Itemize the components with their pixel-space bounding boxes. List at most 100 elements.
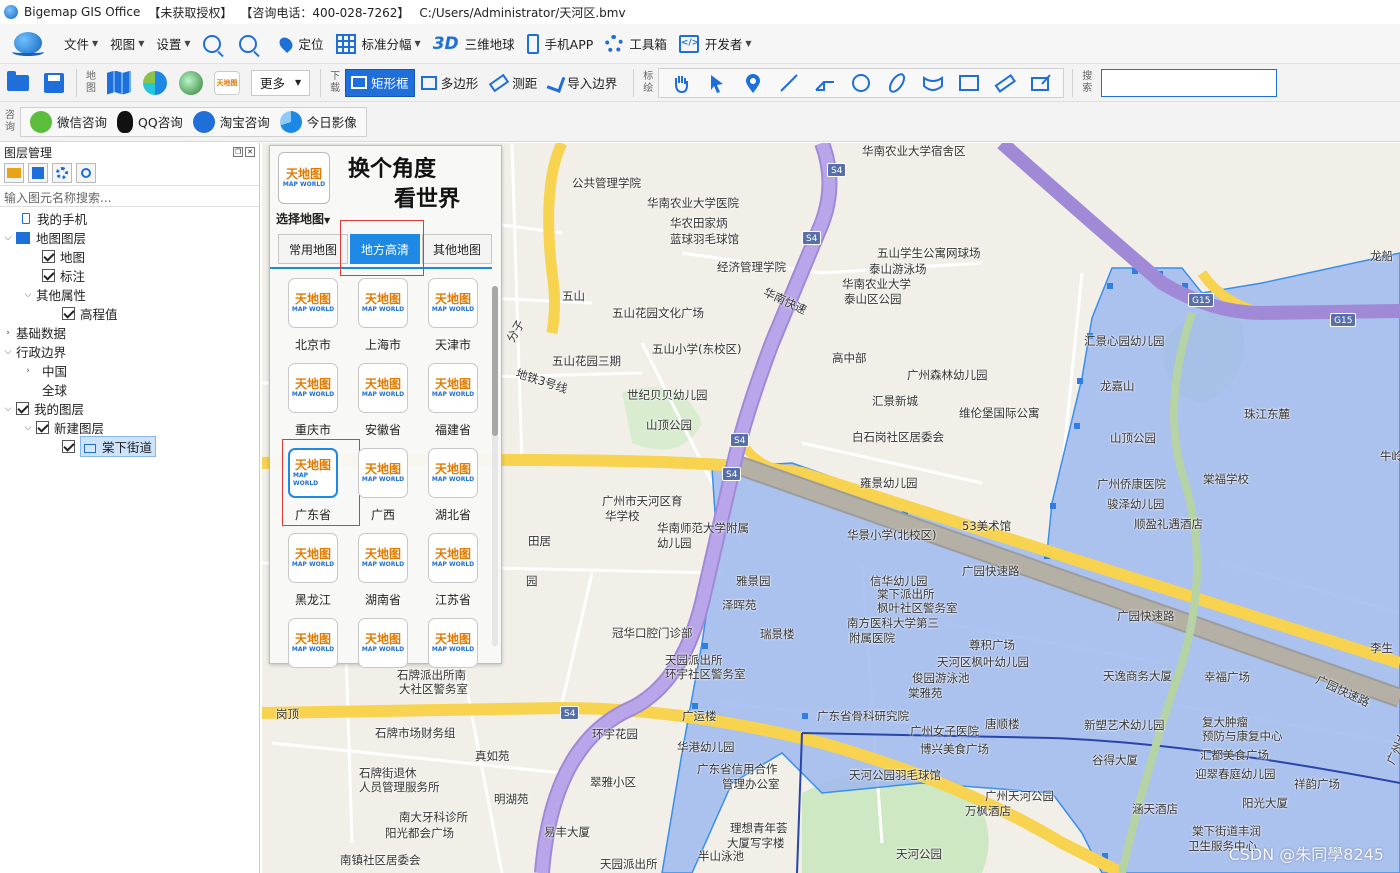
tree-node-my-layer[interactable]: ⌵ 我的图层 (0, 399, 259, 418)
map-poi-label[interactable]: 天逸商务大厦 (1103, 668, 1172, 684)
map-poi-label[interactable]: 李生 (1370, 640, 1393, 656)
draw-rectangle-button[interactable] (956, 70, 982, 96)
tree-node-basic-data[interactable]: › 基础数据 (0, 323, 259, 342)
developer-menu[interactable]: </> 开发者 ▼ (673, 29, 758, 59)
taobao-consult-button[interactable]: 淘宝咨询 (188, 110, 275, 133)
map-poi-label[interactable]: 五山 (562, 288, 585, 304)
rectangle-select-button[interactable]: 矩形框 (345, 68, 415, 97)
measure-button[interactable]: 测距 (484, 69, 543, 97)
tree-node-other-props[interactable]: ⌵ 其他属性 (0, 285, 259, 304)
map-search-input[interactable] (1101, 68, 1278, 97)
tree-node-new-layer[interactable]: ⌵ 新建图层 (0, 418, 259, 437)
map-poi-label[interactable]: 华港幼儿园 (677, 739, 735, 755)
map-poi-label[interactable]: 广东省骨科研究院 (817, 708, 909, 724)
map-checkbox[interactable] (42, 250, 55, 263)
draw-polyline-button[interactable] (812, 70, 838, 96)
tree-node-map[interactable]: 地图 (0, 247, 259, 266)
map-poi-label[interactable]: 维伦堡国际公寓 (959, 405, 1040, 421)
collapse-icon[interactable]: ⌵ (22, 423, 34, 433)
qq-consult-button[interactable]: QQ咨询 (112, 110, 188, 133)
map-poi-label[interactable]: 泽晖苑 (722, 597, 757, 613)
map-poi-label[interactable]: 华景小学(北校区) (847, 527, 936, 543)
map-poi-label[interactable]: 天河公园羽毛球馆 (849, 767, 941, 783)
elevation-checkbox[interactable] (62, 307, 75, 320)
map-poi-label[interactable]: 俊园游泳池 (912, 670, 970, 686)
select-map-dropdown[interactable]: 选择地图▼ (276, 210, 330, 227)
map-poi-label[interactable]: 牛岭 (1380, 448, 1400, 464)
map-poi-label[interactable]: 园 (526, 573, 538, 589)
map-poi-label[interactable]: 环宇社区警务室 (665, 666, 746, 682)
map-poi-label[interactable]: 棠雅苑 (908, 685, 943, 701)
map-poi-label[interactable]: 天园派出所 (600, 856, 658, 872)
map-poi-label[interactable]: 广州女子医院 (910, 723, 979, 739)
map-poi-label[interactable]: 华南农业大学 (842, 276, 911, 292)
city-tile[interactable]: 天地图 MAP WORLD 湖北省 (418, 448, 488, 530)
map-poi-label[interactable]: 世纪贝贝幼儿园 (627, 387, 708, 403)
expand-icon[interactable]: › (2, 328, 14, 338)
map-poi-label[interactable]: 公共管理学院 (572, 175, 641, 191)
city-tile[interactable]: 天地图 MAP WORLD 安徽省 (348, 363, 418, 445)
select-arrow-button[interactable] (704, 70, 730, 96)
map-poi-label[interactable]: 五山花园文化广场 (612, 305, 704, 321)
map-poi-label[interactable]: 华南农业大学宿舍区 (862, 143, 966, 159)
close-panel-button[interactable]: ✕ (245, 147, 255, 157)
map-poi-label[interactable]: 珠江东麓 (1244, 406, 1290, 422)
map-poi-label[interactable]: 冠华口腔门诊部 (612, 625, 693, 641)
map-poi-label[interactable]: 管理办公室 (722, 776, 780, 792)
tangxia-checkbox[interactable] (62, 440, 75, 453)
map-poi-label[interactable]: 南镇社区居委会 (340, 852, 421, 868)
map-poi-label[interactable]: 南大牙科诊所 (399, 809, 468, 825)
city-tile[interactable]: 天地图 MAP WORLD 江苏省 (418, 533, 488, 615)
map-poi-label[interactable]: 天河区枫叶幼儿园 (937, 654, 1029, 670)
map-poi-label[interactable]: 理想青年荟 (730, 820, 788, 836)
measure-tool-button[interactable] (992, 70, 1018, 96)
tree-node-elevation[interactable]: 高程值 (0, 304, 259, 323)
map-poi-label[interactable]: 谷得大厦 (1092, 752, 1138, 768)
map-poi-label[interactable]: 蓝球羽毛球馆 (670, 231, 739, 247)
draw-ellipse-button[interactable] (884, 70, 910, 96)
city-tile[interactable]: 天地图 MAP WORLD 重庆市 (278, 363, 348, 445)
city-tile[interactable]: 天地图 MAP WORLD (348, 618, 418, 700)
draw-circle-button[interactable] (848, 70, 874, 96)
chooser-scrollbar[interactable] (492, 286, 498, 646)
map-poi-label[interactable]: 龙嘉山 (1100, 378, 1135, 394)
map-layers-button[interactable] (106, 70, 132, 96)
map-poi-label[interactable]: 华农田家炳 (670, 215, 728, 231)
map-poi-label[interactable]: 华南师范大学附属 (657, 520, 749, 536)
city-tile[interactable]: 天地图 MAP WORLD 福建省 (418, 363, 488, 445)
map-poi-label[interactable]: 阳光大厦 (1242, 795, 1288, 811)
map-poi-label[interactable]: 经济管理学院 (717, 259, 786, 275)
map-poi-label[interactable]: 万枫酒店 (965, 803, 1011, 819)
map-poi-label[interactable]: 棠福学校 (1203, 471, 1249, 487)
map-poi-label[interactable]: 五山花园三期 (552, 353, 621, 369)
map-poi-label[interactable]: 山顶公园 (646, 417, 692, 433)
draw-curve-button[interactable] (920, 70, 946, 96)
collapse-icon[interactable]: ⌵ (2, 347, 14, 357)
map-poi-label[interactable]: 明湖苑 (494, 791, 529, 807)
tree-node-globe[interactable]: 全球 (0, 380, 259, 399)
city-tile[interactable]: 天地图 MAP WORLD 广西 (348, 448, 418, 530)
map-poi-label[interactable]: 高中部 (832, 350, 867, 366)
map-poi-label[interactable]: 阳光都会广场 (385, 825, 454, 841)
city-tile[interactable]: 天地图 MAP WORLD (278, 618, 348, 700)
tree-node-label[interactable]: 标注 (0, 266, 259, 285)
map-poi-label[interactable]: 迎翠春庭幼儿园 (1195, 766, 1276, 782)
expand-icon[interactable]: › (22, 366, 34, 376)
city-tile[interactable]: 天地图 MAP WORLD 北京市 (278, 278, 348, 360)
map-poi-label[interactable]: 瑞景楼 (760, 626, 795, 642)
collapse-icon[interactable]: ⌵ (2, 233, 14, 243)
city-tile[interactable]: 天地图 MAP WORLD 湖南省 (348, 533, 418, 615)
city-tile[interactable]: 天地图 MAP WORLD 上海市 (348, 278, 418, 360)
map-poi-label[interactable]: 广州天河公园 (985, 788, 1054, 804)
more-maps-dropdown[interactable]: 更多 ▼ (251, 69, 311, 96)
menu-view[interactable]: 视图 ▼ (104, 29, 150, 59)
locate-button[interactable]: 定位 (273, 29, 330, 59)
pan-hand-button[interactable] (668, 70, 694, 96)
open-file-button[interactable] (5, 70, 31, 96)
map-source-1-button[interactable] (142, 70, 168, 96)
map-poi-label[interactable]: 田居 (528, 533, 551, 549)
open-layer-button[interactable] (4, 163, 24, 183)
toolbox-button[interactable]: 工具箱 (599, 29, 673, 59)
map-poi-label[interactable]: 唐顺楼 (985, 716, 1020, 732)
save-layer-button[interactable] (28, 163, 48, 183)
